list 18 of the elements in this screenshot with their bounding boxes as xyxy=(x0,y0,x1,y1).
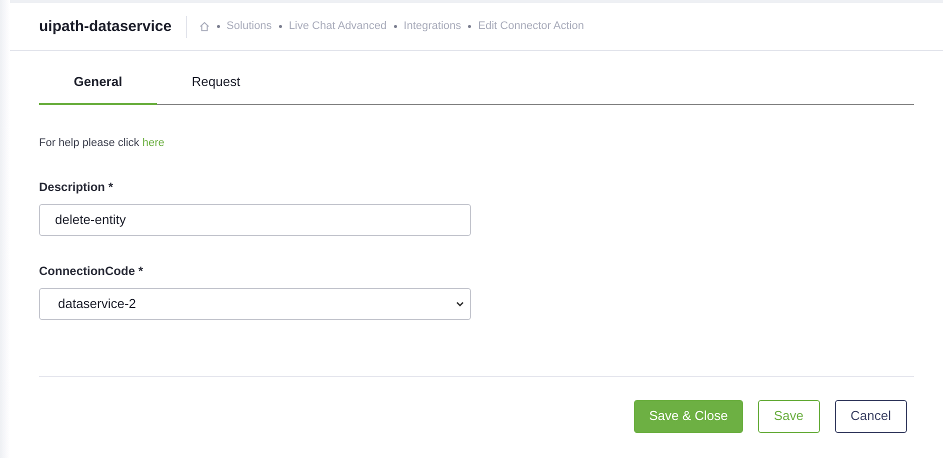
help-text: For help please click here xyxy=(39,136,166,151)
field-label: Description * xyxy=(39,178,114,196)
tab[interactable]: Request xyxy=(157,61,275,105)
breadcrumb-link[interactable]: Live Chat Advanced xyxy=(288,18,387,35)
chevron-down-icon xyxy=(456,300,464,306)
breadcrumb-link[interactable]: Edit Connector Action xyxy=(478,18,584,35)
page-title: uipath-dataservice xyxy=(39,16,187,38)
description-input[interactable]: delete-entity xyxy=(39,204,471,236)
connection-select[interactable]: dataservice-2 xyxy=(39,288,471,320)
breadcrumb-link[interactable]: Integrations xyxy=(404,18,462,35)
save-close-button[interactable]: Save & Close xyxy=(634,400,743,432)
tab[interactable]: General xyxy=(39,61,157,105)
help-link[interactable]: here xyxy=(142,137,164,149)
home-icon[interactable] xyxy=(198,21,210,32)
cancel-button[interactable]: Cancel xyxy=(834,400,907,432)
field-label: ConnectionCode * xyxy=(39,262,144,280)
save-button[interactable]: Save xyxy=(758,400,820,432)
breadcrumb-link[interactable]: Solutions xyxy=(226,18,272,35)
